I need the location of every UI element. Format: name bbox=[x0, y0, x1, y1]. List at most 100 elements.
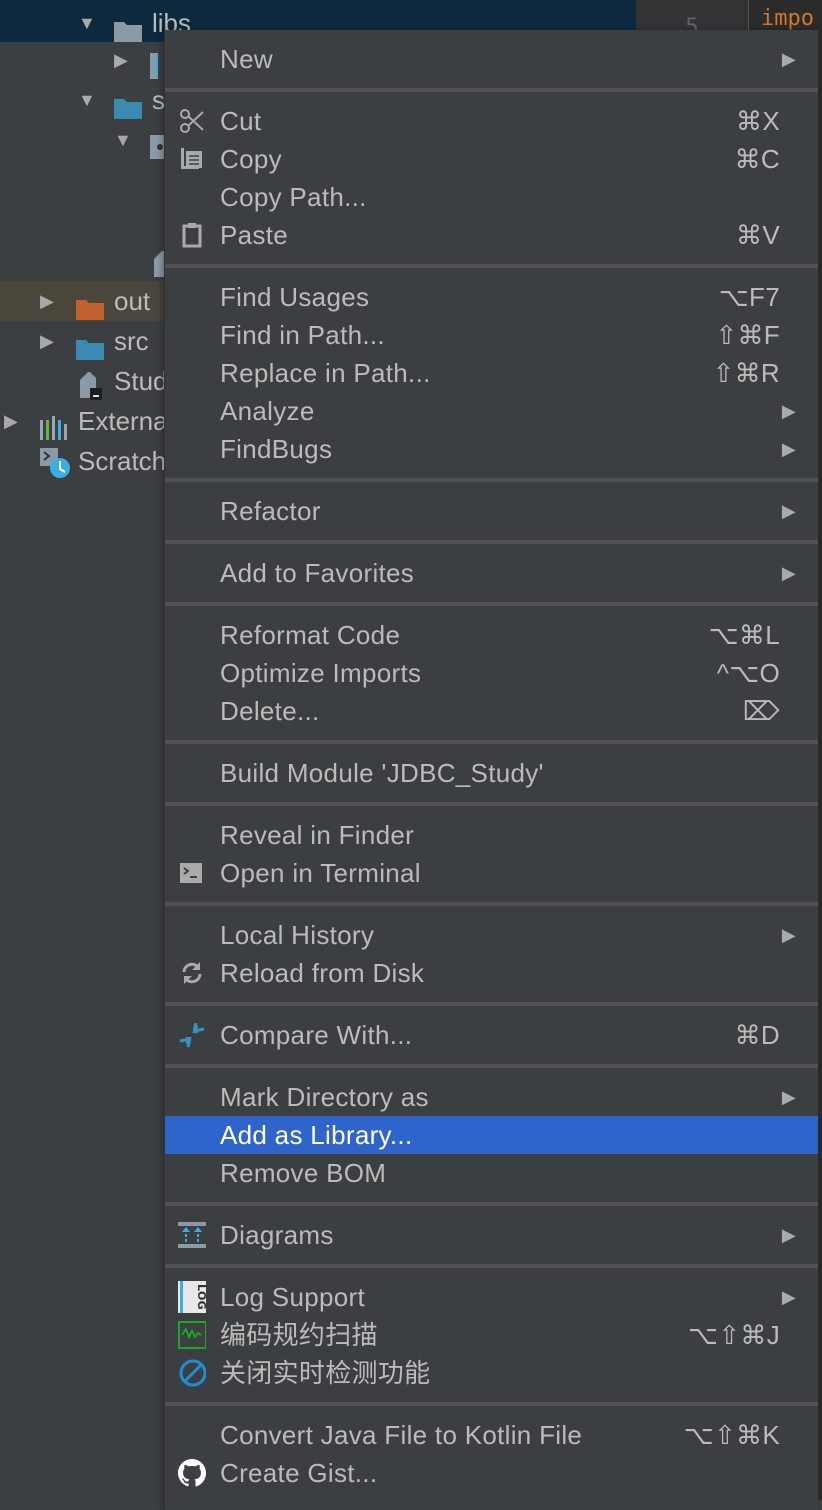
github-icon bbox=[178, 1459, 206, 1487]
shortcut-label: ⌘X bbox=[736, 106, 780, 136]
menu-item-reformat-code[interactable]: Reformat Code ⌥⌘L bbox=[165, 616, 818, 654]
menu-item-label: Find Usages bbox=[220, 282, 370, 312]
menu-item-reload-from-disk[interactable]: Reload from Disk bbox=[165, 954, 818, 992]
menu-item-replace-in-path[interactable]: Replace in Path... ⇧⌘R bbox=[165, 354, 818, 392]
tree-item-label: Stud bbox=[114, 366, 168, 396]
menu-item-label: Add to Favorites bbox=[220, 558, 415, 588]
menu-item-label: Create Gist... bbox=[220, 1458, 378, 1488]
menu-item-label: FindBugs bbox=[220, 434, 333, 464]
menu-item-label: Analyze bbox=[220, 396, 315, 426]
menu-item-label: Cut bbox=[220, 106, 262, 136]
folder-icon bbox=[76, 331, 104, 360]
shortcut-label: ⌦ bbox=[742, 696, 780, 726]
menu-item-label: Find in Path... bbox=[220, 320, 385, 350]
submenu-arrow-icon: ▶ bbox=[781, 563, 796, 583]
submenu-arrow-icon: ▶ bbox=[781, 401, 796, 421]
menu-item-label: Local History bbox=[220, 920, 375, 950]
shortcut-label: ^⌥O bbox=[716, 658, 780, 688]
menu-group: Diagrams ▶ bbox=[165, 1206, 818, 1264]
menu-item-label: Delete... bbox=[220, 696, 320, 726]
menu-item-label: 关闭实时检测功能 bbox=[220, 1358, 431, 1388]
menu-item-label: Open in Terminal bbox=[220, 858, 421, 888]
submenu-arrow-icon: ▶ bbox=[781, 1287, 796, 1307]
menu-item-label: Copy bbox=[220, 144, 282, 174]
log-icon: LOG bbox=[178, 1281, 206, 1313]
menu-item-label: Replace in Path... bbox=[220, 358, 431, 388]
menu-item-copy-path[interactable]: Copy Path... bbox=[165, 178, 818, 216]
shortcut-label: ⌥⌘L bbox=[708, 620, 780, 650]
menu-item-build-module-jdbc-study[interactable]: Build Module 'JDBC_Study' bbox=[165, 754, 818, 792]
menu-item-optimize-imports[interactable]: Optimize Imports ^⌥O bbox=[165, 654, 818, 692]
collapse-arrow-icon[interactable]: ▶ bbox=[114, 40, 128, 80]
menu-item-findbugs[interactable]: FindBugs ▶ bbox=[165, 430, 818, 468]
menu-group: New ▶ bbox=[165, 30, 818, 88]
menu-item-diagrams[interactable]: Diagrams ▶ bbox=[165, 1216, 818, 1254]
tree-item-label: External bbox=[78, 406, 174, 436]
menu-item-refactor[interactable]: Refactor ▶ bbox=[165, 492, 818, 530]
terminal-icon bbox=[178, 859, 206, 887]
collapse-arrow-icon[interactable]: ▶ bbox=[40, 281, 54, 321]
menu-item-label: Copy Path... bbox=[220, 182, 367, 212]
menu-item-find-usages[interactable]: Find Usages ⌥F7 bbox=[165, 278, 818, 316]
menu-item-label: Compare With... bbox=[220, 1020, 413, 1050]
menu-item-local-history[interactable]: Local History ▶ bbox=[165, 916, 818, 954]
tree-item-label: Scratch bbox=[78, 446, 167, 476]
menu-group: Reveal in Finder Open in Terminal bbox=[165, 806, 818, 902]
shortcut-label: ⇧⌘R bbox=[712, 358, 780, 388]
submenu-arrow-icon: ▶ bbox=[781, 49, 796, 69]
menu-item-label: Paste bbox=[220, 220, 288, 250]
expand-arrow-icon[interactable]: ▼ bbox=[78, 80, 96, 120]
menu-item-cut[interactable]: Cut ⌘X bbox=[165, 102, 818, 140]
menu-item-copy[interactable]: Copy ⌘C bbox=[165, 140, 818, 178]
menu-item-label: Optimize Imports bbox=[220, 658, 422, 688]
submenu-arrow-icon: ▶ bbox=[781, 439, 796, 459]
menu-item-label: Reveal in Finder bbox=[220, 820, 415, 850]
menu-item-remove-bom[interactable]: Remove BOM bbox=[165, 1154, 818, 1192]
tree-item-label: out bbox=[114, 286, 151, 316]
menu-group: Local History ▶ Reload from Disk bbox=[165, 906, 818, 1002]
menu-item-label: Convert Java File to Kotlin File bbox=[220, 1420, 583, 1450]
file-icon bbox=[76, 371, 104, 400]
diagram-icon bbox=[178, 1221, 206, 1249]
menu-group: Reformat Code ⌥⌘L Optimize Imports ^⌥O Delet… bbox=[165, 606, 818, 740]
menu-item-add-as-library[interactable]: Add as Library... bbox=[165, 1116, 818, 1154]
menu-item-analyze[interactable]: Analyze ▶ bbox=[165, 392, 818, 430]
menu-item-paste[interactable]: Paste ⌘V bbox=[165, 216, 818, 254]
menu-group: Cut ⌘X Copy ⌘C Copy Path... Paste ⌘V bbox=[165, 92, 818, 264]
menu-item-new[interactable]: New ▶ bbox=[165, 40, 818, 78]
scratch-icon bbox=[40, 448, 70, 478]
menu-item-label: Log Support bbox=[220, 1282, 365, 1312]
collapse-arrow-icon[interactable]: ▶ bbox=[40, 321, 54, 361]
menu-item-item-12-1[interactable]: 编码规约扫描 ⌥⇧⌘J bbox=[165, 1316, 818, 1354]
shortcut-label: ⌘C bbox=[734, 144, 780, 174]
collapse-arrow-icon[interactable]: ▶ bbox=[4, 401, 18, 441]
libraries-icon bbox=[40, 411, 68, 440]
menu-item-compare-with[interactable]: Compare With... ⌘D bbox=[165, 1016, 818, 1054]
menu-item-add-to-favorites[interactable]: Add to Favorites ▶ bbox=[165, 554, 818, 592]
menu-group: Refactor ▶ bbox=[165, 482, 818, 540]
menu-item-log-support[interactable]: LOG Log Support ▶ bbox=[165, 1278, 818, 1316]
folder-icon bbox=[114, 10, 142, 42]
submenu-arrow-icon: ▶ bbox=[781, 1087, 796, 1107]
menu-item-label: Reload from Disk bbox=[220, 958, 425, 988]
menu-item-find-in-path[interactable]: Find in Path... ⇧⌘F bbox=[165, 316, 818, 354]
shortcut-label: ⌘D bbox=[734, 1020, 780, 1050]
expand-arrow-icon[interactable]: ▼ bbox=[114, 120, 132, 160]
menu-item-create-gist[interactable]: Create Gist... bbox=[165, 1454, 818, 1492]
menu-item-item-12-2[interactable]: 关闭实时检测功能 bbox=[165, 1354, 818, 1392]
scan-icon bbox=[178, 1321, 206, 1349]
menu-item-mark-directory-as[interactable]: Mark Directory as ▶ bbox=[165, 1078, 818, 1116]
menu-item-label: Mark Directory as bbox=[220, 1082, 429, 1112]
menu-group: Mark Directory as ▶ Add as Library... Remov… bbox=[165, 1068, 818, 1202]
compare-icon bbox=[178, 1021, 206, 1049]
menu-item-reveal-in-finder[interactable]: Reveal in Finder bbox=[165, 816, 818, 854]
folder-icon bbox=[76, 291, 104, 320]
submenu-arrow-icon: ▶ bbox=[781, 501, 796, 521]
menu-item-open-in-terminal[interactable]: Open in Terminal bbox=[165, 854, 818, 892]
menu-item-label: Reformat Code bbox=[220, 620, 401, 650]
menu-item-label: Remove BOM bbox=[220, 1158, 387, 1188]
menu-item-convert-java-file-to-kotlin-file[interactable]: Convert Java File to Kotlin File ⌥⇧⌘K bbox=[165, 1416, 818, 1454]
menu-item-label: 编码规约扫描 bbox=[220, 1320, 378, 1350]
menu-item-delete[interactable]: Delete... ⌦ bbox=[165, 692, 818, 730]
menu-group: LOG Log Support ▶ 编码规约扫描 ⌥⇧⌘J 关闭实时检测功能 bbox=[165, 1268, 818, 1402]
